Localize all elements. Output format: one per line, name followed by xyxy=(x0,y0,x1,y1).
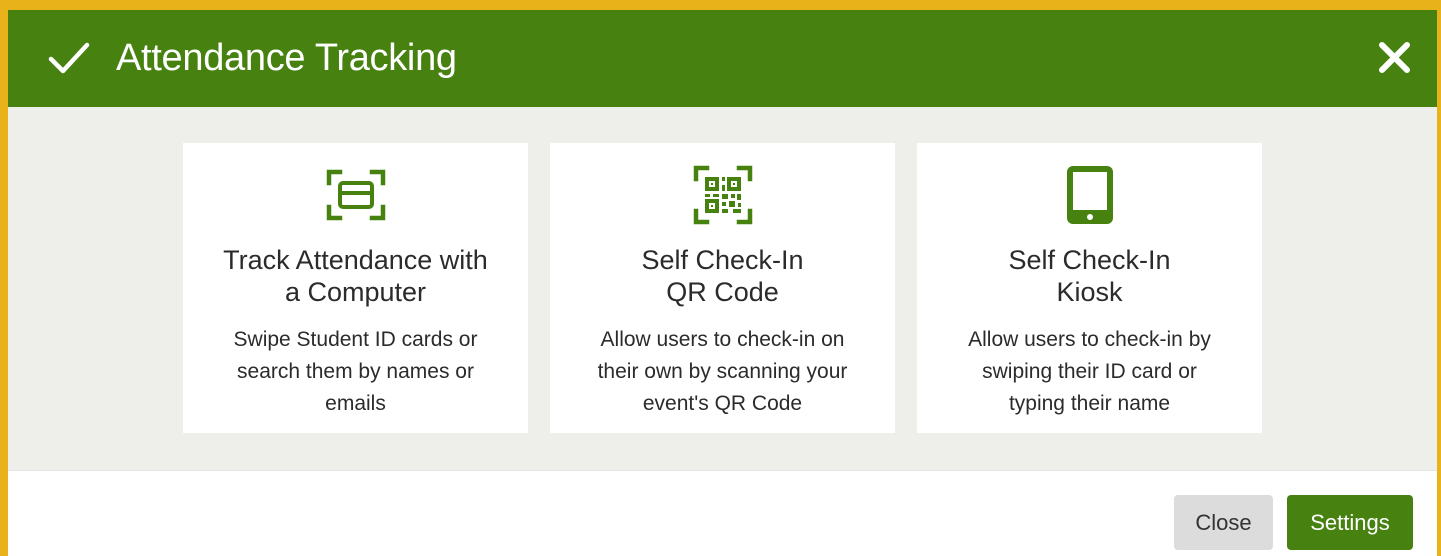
card-reader-icon xyxy=(326,169,385,221)
settings-button[interactable]: Settings xyxy=(1287,495,1413,550)
card-self-checkin-qr[interactable]: Self Check-In QR Code Allow users to che… xyxy=(550,143,895,433)
card-desc-line: event's QR Code xyxy=(642,392,803,415)
card-track-computer[interactable]: Track Attendance with a Computer Swipe S… xyxy=(183,143,528,433)
card-title-line: Self Check-In xyxy=(641,245,804,275)
attendance-modal: Attendance Tracking Track Attendance wit… xyxy=(8,10,1437,556)
card-title-line: a Computer xyxy=(284,277,427,307)
card-desc-line: Allow users to check-in on xyxy=(600,328,845,351)
card-desc-line: emails xyxy=(325,392,386,415)
card-description: Allow users to check-in by swiping their… xyxy=(937,324,1242,420)
card-title-line: QR Code xyxy=(666,277,779,307)
card-description: Swipe Student ID cards or search them by… xyxy=(203,324,508,420)
card-desc-line: swiping their ID card or xyxy=(982,360,1197,383)
card-desc-line: search them by names or xyxy=(237,360,474,383)
modal-body: Track Attendance with a Computer Swipe S… xyxy=(8,107,1437,470)
close-icon[interactable] xyxy=(1378,41,1411,74)
tablet-icon xyxy=(1066,166,1113,224)
card-desc-line: Swipe Student ID cards or xyxy=(233,328,478,351)
modal-title: Attendance Tracking xyxy=(116,37,457,79)
close-button[interactable]: Close xyxy=(1174,495,1273,550)
card-self-checkin-kiosk[interactable]: Self Check-In Kiosk Allow users to check… xyxy=(917,143,1262,433)
card-title: Track Attendance with a Computer xyxy=(183,244,528,308)
card-title-line: Kiosk xyxy=(1056,277,1123,307)
modal-footer: Close Settings xyxy=(8,470,1437,556)
card-title-line: Self Check-In xyxy=(1008,245,1171,275)
modal-header: Attendance Tracking xyxy=(8,10,1437,107)
card-title-line: Track Attendance with xyxy=(223,245,488,275)
qr-code-icon xyxy=(693,165,752,225)
card-desc-line: Allow users to check-in by xyxy=(968,328,1211,351)
card-title: Self Check-In Kiosk xyxy=(917,244,1262,308)
card-desc-line: typing their name xyxy=(1008,392,1171,415)
card-description: Allow users to check-in on their own by … xyxy=(570,324,875,420)
card-desc-line: their own by scanning your xyxy=(597,360,848,383)
card-title: Self Check-In QR Code xyxy=(550,244,895,308)
check-icon xyxy=(48,42,90,74)
